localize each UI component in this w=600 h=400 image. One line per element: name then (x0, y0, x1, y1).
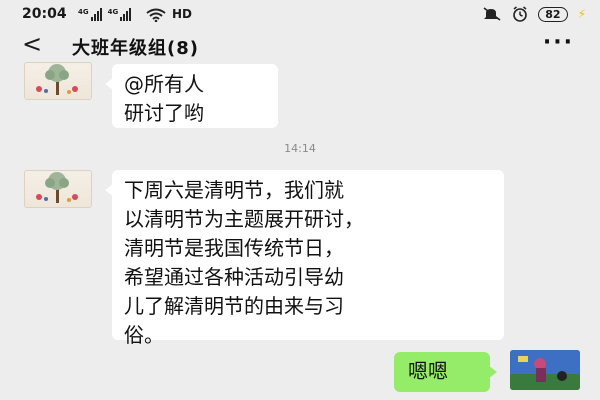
message-text-line: 儿了解清明节的由来与习 (124, 294, 344, 318)
mute-icon (483, 7, 501, 21)
message-bubble-outgoing[interactable]: 嗯嗯 (394, 352, 497, 392)
message-text-line: 以清明节为主题展开研讨， (124, 207, 364, 231)
sender-avatar[interactable] (24, 170, 92, 208)
alarm-icon (513, 6, 528, 22)
signal-group: 4G 4G (78, 8, 132, 21)
status-time: 20:04 (22, 6, 67, 22)
message-text-line: 清明节是我国传统节日， (124, 236, 344, 260)
more-options-icon[interactable]: ··· (543, 30, 574, 55)
network-type-label: 4G (78, 8, 89, 16)
status-bar: 20:04 4G 4G HD 82 ⚡ (0, 0, 600, 30)
message-text-line: 俗。 (124, 323, 164, 347)
back-chevron-icon[interactable]: < (22, 30, 42, 58)
my-avatar[interactable] (510, 350, 580, 390)
charging-bolt-icon: ⚡ (577, 7, 586, 21)
hd-label: HD (172, 7, 193, 21)
message-text-line: 嗯嗯 (408, 359, 448, 383)
message-text-line: 希望通过各种活动引导幼 (124, 265, 344, 289)
message-text-line: 研讨了哟 (124, 101, 204, 125)
signal-strength-icon: 4G (78, 8, 102, 21)
message-bubble-incoming[interactable]: @所有人 研讨了哟 (105, 64, 278, 128)
sender-avatar[interactable] (24, 62, 92, 100)
battery-indicator: 82 (538, 6, 568, 22)
chat-screen: 20:04 4G 4G HD 82 ⚡ < 大班年级组(8) ··· @所有人 … (0, 0, 600, 400)
signal-strength-icon: 4G (108, 8, 132, 21)
message-timestamp: 14:14 (284, 142, 316, 155)
wifi-icon (146, 8, 166, 22)
message-text-line: 下周六是清明节，我们就 (124, 178, 344, 202)
chat-header: < 大班年级组(8) ··· (0, 30, 600, 64)
network-type-label: 4G (107, 8, 119, 16)
status-right: 82 ⚡ (482, 6, 586, 22)
message-text-line: @所有人 (124, 72, 204, 96)
chat-title: 大班年级组(8) (72, 38, 199, 59)
message-bubble-incoming[interactable]: 下周六是清明节，我们就 以清明节为主题展开研讨， 清明节是我国传统节日， 希望通… (105, 170, 504, 347)
